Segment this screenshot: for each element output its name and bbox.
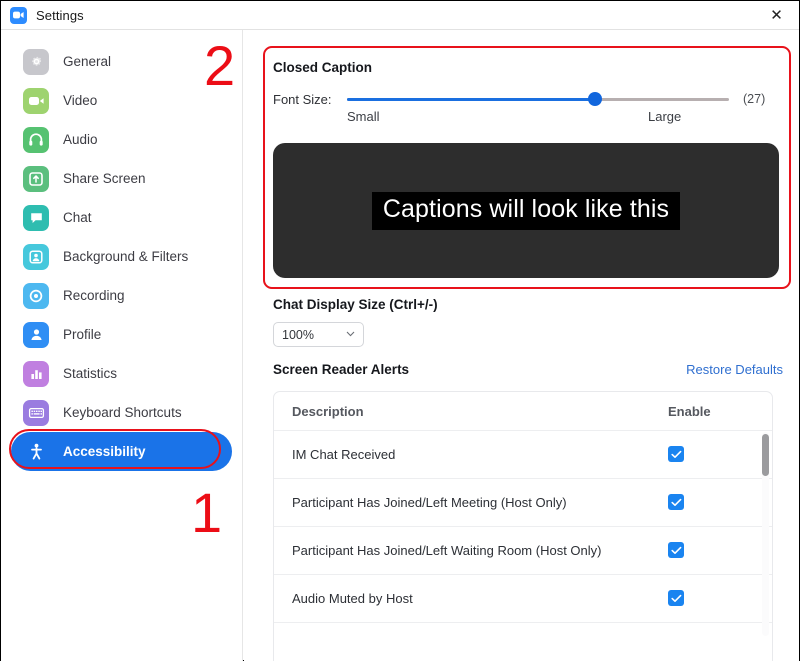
restore-defaults-link[interactable]: Restore Defaults — [686, 362, 783, 377]
table-row: Audio Muted by Host — [274, 575, 772, 623]
checkbox-checked-icon[interactable] — [668, 590, 684, 606]
table-header-row: Description Enable — [274, 392, 772, 431]
chat-bubble-icon — [23, 204, 49, 231]
closed-caption-section: Closed Caption Font Size: (27) Small Lar… — [273, 60, 783, 278]
sidebar-item-video[interactable]: Video — [11, 81, 232, 120]
title-bar: Settings ✕ — [1, 1, 799, 30]
slider-track-filled — [347, 98, 596, 101]
settings-window: Settings ✕ General Video Audio Share Scr… — [0, 0, 800, 661]
alert-description: IM Chat Received — [292, 447, 396, 462]
sidebar-item-background-filters[interactable]: Background & Filters — [11, 237, 232, 276]
table-row-partial — [274, 623, 772, 661]
slider-min-label: Small — [347, 109, 380, 124]
slider-max-label: Large — [648, 109, 682, 124]
sidebar-item-label: Accessibility — [63, 444, 146, 459]
bar-chart-icon — [23, 360, 49, 387]
alert-description: Participant Has Joined/Left Waiting Room… — [292, 543, 602, 558]
sidebar-item-label: Profile — [63, 327, 102, 342]
font-size-label: Font Size: — [273, 91, 332, 107]
person-frame-icon — [23, 243, 49, 270]
screen-reader-alerts-table: Description Enable IM Chat Received Part… — [273, 391, 773, 661]
record-circle-icon — [23, 282, 49, 309]
screen-reader-alerts-section: Screen Reader Alerts Restore Defaults De… — [273, 362, 783, 661]
sidebar-item-chat[interactable]: Chat — [11, 198, 232, 237]
sidebar-item-share-screen[interactable]: Share Screen — [11, 159, 232, 198]
sidebar-item-label: Video — [63, 93, 98, 108]
settings-sidebar: General Video Audio Share Screen Chat Ba… — [1, 30, 243, 661]
zoom-video-icon — [10, 6, 27, 24]
keyboard-icon — [23, 399, 49, 426]
enable-cell — [660, 542, 772, 560]
chat-display-size-value: 100% — [282, 327, 314, 342]
caption-preview-text: Captions will look like this — [371, 191, 681, 230]
enable-cell — [660, 590, 772, 608]
sidebar-item-label: Recording — [63, 288, 125, 303]
sidebar-item-keyboard-shortcuts[interactable]: Keyboard Shortcuts — [11, 393, 232, 432]
share-screen-icon — [23, 165, 49, 192]
accessibility-icon — [23, 439, 49, 465]
sidebar-item-accessibility[interactable]: Accessibility — [11, 432, 232, 471]
chat-display-size-select[interactable]: 100% — [273, 322, 364, 347]
gear-icon — [23, 48, 49, 75]
caption-preview-box: Captions will look like this — [273, 143, 779, 278]
checkbox-checked-icon[interactable] — [668, 446, 684, 462]
alert-description: Audio Muted by Host — [292, 591, 413, 606]
table-scrollbar-thumb[interactable] — [762, 434, 769, 476]
font-size-slider[interactable] — [347, 91, 729, 107]
chevron-down-icon — [346, 330, 355, 339]
column-header-description: Description — [292, 403, 364, 419]
chat-display-size-title: Chat Display Size (Ctrl+/-) — [273, 297, 438, 312]
slider-scale-labels: Small Large — [273, 109, 783, 127]
enable-cell — [660, 446, 772, 464]
sidebar-item-label: Share Screen — [63, 171, 146, 186]
table-row: Participant Has Joined/Left Waiting Room… — [274, 527, 772, 575]
sidebar-item-label: Chat — [63, 210, 92, 225]
table-row: IM Chat Received — [274, 431, 772, 479]
screen-reader-alerts-title: Screen Reader Alerts — [273, 362, 410, 377]
font-size-row: Font Size: (27) — [273, 91, 783, 107]
sidebar-item-label: Background & Filters — [63, 249, 189, 264]
sidebar-item-label: General — [63, 54, 112, 69]
headphones-icon — [23, 126, 49, 153]
sidebar-item-label: Statistics — [63, 366, 118, 381]
sidebar-item-label: Audio — [63, 132, 98, 147]
font-size-value: (27) — [743, 92, 766, 106]
checkbox-checked-icon[interactable] — [668, 494, 684, 510]
table-row: Participant Has Joined/Left Meeting (Hos… — [274, 479, 772, 527]
column-header-enable: Enable — [668, 403, 711, 419]
sidebar-item-label: Keyboard Shortcuts — [63, 405, 182, 420]
checkbox-checked-icon[interactable] — [668, 542, 684, 558]
slider-thumb[interactable] — [588, 92, 603, 106]
sidebar-item-statistics[interactable]: Statistics — [11, 354, 232, 393]
sidebar-item-profile[interactable]: Profile — [11, 315, 232, 354]
enable-cell — [660, 494, 772, 512]
screen-reader-alerts-header: Screen Reader Alerts Restore Defaults — [273, 362, 783, 377]
sidebar-item-recording[interactable]: Recording — [11, 276, 232, 315]
person-icon — [23, 321, 49, 348]
sidebar-item-audio[interactable]: Audio — [11, 120, 232, 159]
alert-description: Participant Has Joined/Left Meeting (Hos… — [292, 495, 567, 510]
window-title: Settings — [36, 7, 84, 23]
sidebar-item-general[interactable]: General — [11, 42, 232, 81]
accessibility-settings-pane: Closed Caption Font Size: (27) Small Lar… — [244, 30, 799, 661]
video-camera-icon — [23, 87, 49, 114]
closed-caption-title: Closed Caption — [273, 60, 373, 75]
close-icon[interactable]: ✕ — [754, 1, 799, 29]
chat-display-size-section: Chat Display Size (Ctrl+/-) 100% — [273, 297, 783, 347]
